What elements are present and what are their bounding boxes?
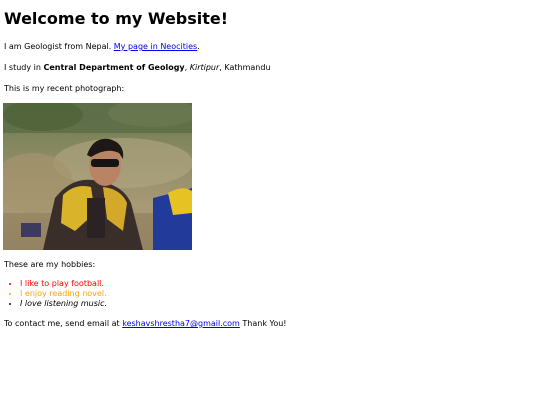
study-sep: ,: [184, 63, 188, 72]
study-place: Kirtipur: [189, 63, 220, 72]
contact-prefix: To contact me, send email at: [4, 319, 120, 328]
hobby-item-reading: I enjoy reading novel.: [20, 289, 536, 299]
page-content: Welcome to my Website! I am Geologist fr…: [0, 0, 540, 330]
department-name: Central Department of Geology: [43, 63, 185, 72]
hobbies-list: I like to play football. I enjoy reading…: [4, 279, 536, 309]
hobby-reading-text: I enjoy reading novel.: [20, 289, 107, 298]
hobby-football-text: I like to play football.: [20, 279, 104, 288]
neocities-link[interactable]: My page in Neocities: [114, 42, 197, 51]
intro-paragraph: I am Geologist from Nepal. My page in Ne…: [4, 40, 536, 53]
page-title: Welcome to my Website!: [4, 9, 229, 28]
email-link[interactable]: keshavshrestha7@gmail.com: [122, 319, 240, 328]
contact-paragraph: To contact me, send email at keshavshres…: [4, 317, 536, 330]
photo-caption: This is my recent photograph:: [4, 84, 125, 93]
profile-photo: [3, 103, 192, 250]
study-paragraph: I study in Central Department of Geology…: [4, 61, 536, 74]
study-prefix: I study in: [4, 63, 41, 72]
intro-period: .: [197, 42, 200, 51]
hobbies-heading: These are my hobbies:: [4, 260, 96, 269]
hobby-item-music: I love listening music.: [20, 299, 536, 309]
contact-suffix: Thank You!: [242, 319, 287, 328]
study-city: , Kathmandu: [219, 63, 271, 72]
hobby-music-text: I love listening music.: [20, 299, 108, 308]
hobby-item-football: I like to play football.: [20, 279, 536, 289]
intro-text: I am Geologist from Nepal.: [4, 42, 112, 51]
